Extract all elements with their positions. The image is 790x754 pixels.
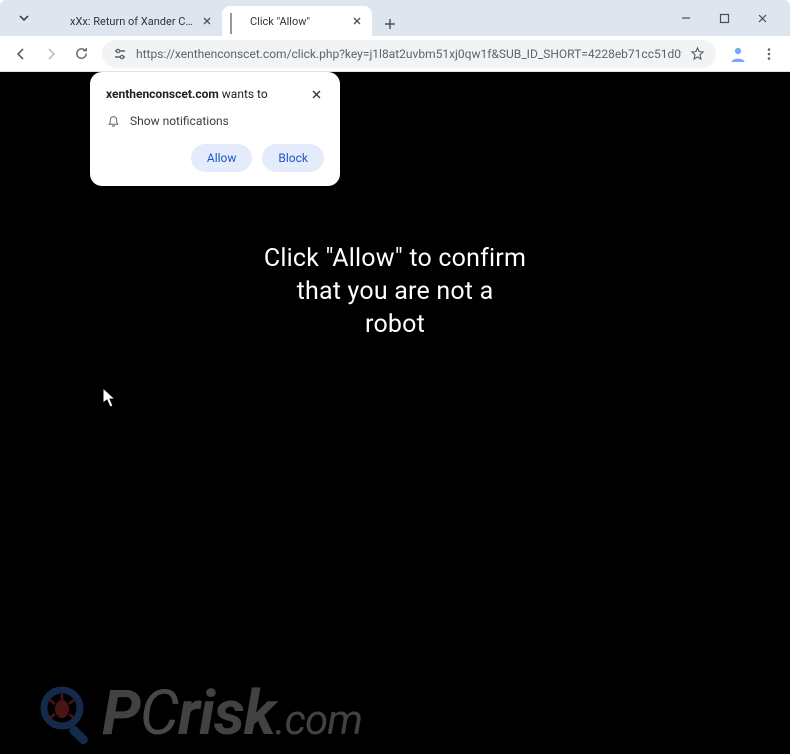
reload-icon xyxy=(74,46,89,61)
new-tab-button[interactable] xyxy=(378,12,402,36)
watermark-c: C xyxy=(140,677,178,750)
address-bar: https://xenthenconscet.com/click.php?key… xyxy=(0,36,790,72)
close-icon xyxy=(203,17,211,25)
tab-title: xXx: Return of Xander Cage : 12 xyxy=(70,15,196,28)
tab-close-button[interactable] xyxy=(350,14,364,28)
title-bar: xXx: Return of Xander Cage : 12 Click "A… xyxy=(0,0,790,36)
page-message-line1: Click "Allow" to confirm xyxy=(0,242,790,275)
page-message: Click "Allow" to confirm that you are no… xyxy=(0,242,790,341)
url-bar[interactable]: https://xenthenconscet.com/click.php?key… xyxy=(102,40,716,68)
watermark-text: PCrisk.com xyxy=(102,683,362,745)
permission-wants-label: wants to xyxy=(222,87,268,101)
permission-close-button[interactable] xyxy=(308,86,324,102)
bookmark-button[interactable] xyxy=(688,45,706,63)
profile-icon xyxy=(728,44,748,64)
maximize-icon xyxy=(719,13,730,24)
site-settings-button[interactable] xyxy=(112,46,128,62)
kebab-icon xyxy=(762,47,776,61)
page-message-line3: robot xyxy=(0,308,790,341)
back-button[interactable] xyxy=(6,39,36,69)
permission-domain: xenthenconscet.com xyxy=(106,87,219,101)
window-controls xyxy=(668,4,780,32)
watermark-dotcom: .com xyxy=(275,696,362,745)
notification-permission-popup: xenthenconscet.com wants to Show notific… xyxy=(90,72,340,186)
tab-xander[interactable]: xXx: Return of Xander Cage : 12 xyxy=(42,6,222,36)
browser-menu-button[interactable] xyxy=(754,39,784,69)
favicon-page xyxy=(230,14,244,28)
tune-icon xyxy=(113,47,127,61)
block-button[interactable]: Block xyxy=(262,144,324,172)
tab-click-allow[interactable]: Click "Allow" xyxy=(222,6,372,36)
watermark-risk: risk xyxy=(178,677,275,750)
mouse-cursor xyxy=(102,387,118,409)
forward-button[interactable] xyxy=(36,39,66,69)
tab-search-button[interactable] xyxy=(10,6,38,30)
watermark-p: P xyxy=(102,677,140,750)
arrow-right-icon xyxy=(43,46,59,62)
close-icon xyxy=(353,17,361,25)
permission-origin: xenthenconscet.com wants to xyxy=(106,87,268,101)
page-message-line2: that you are not a xyxy=(0,275,790,308)
plus-icon xyxy=(384,18,396,30)
permission-type-label: Show notifications xyxy=(130,114,229,128)
arrow-left-icon xyxy=(13,46,29,62)
watermark: PCrisk.com xyxy=(36,682,362,746)
bell-icon xyxy=(106,114,120,128)
magnifier-bug-icon xyxy=(36,682,100,746)
close-window-button[interactable] xyxy=(744,4,780,32)
url-text: https://xenthenconscet.com/click.php?key… xyxy=(136,47,682,61)
tabs-strip: xXx: Return of Xander Cage : 12 Click "A… xyxy=(42,0,668,36)
tab-close-button[interactable] xyxy=(200,14,214,28)
favicon-xander xyxy=(50,14,64,28)
close-icon xyxy=(311,89,322,100)
minimize-button[interactable] xyxy=(668,4,704,32)
allow-button[interactable]: Allow xyxy=(191,144,253,172)
page-viewport: xenthenconscet.com wants to Show notific… xyxy=(0,72,790,754)
chevron-down-icon xyxy=(18,12,30,24)
profile-button[interactable] xyxy=(726,42,750,66)
minimize-icon xyxy=(680,12,692,24)
reload-button[interactable] xyxy=(66,39,96,69)
tab-title: Click "Allow" xyxy=(250,15,346,28)
close-icon xyxy=(757,13,768,24)
star-icon xyxy=(690,46,705,61)
maximize-button[interactable] xyxy=(706,4,742,32)
